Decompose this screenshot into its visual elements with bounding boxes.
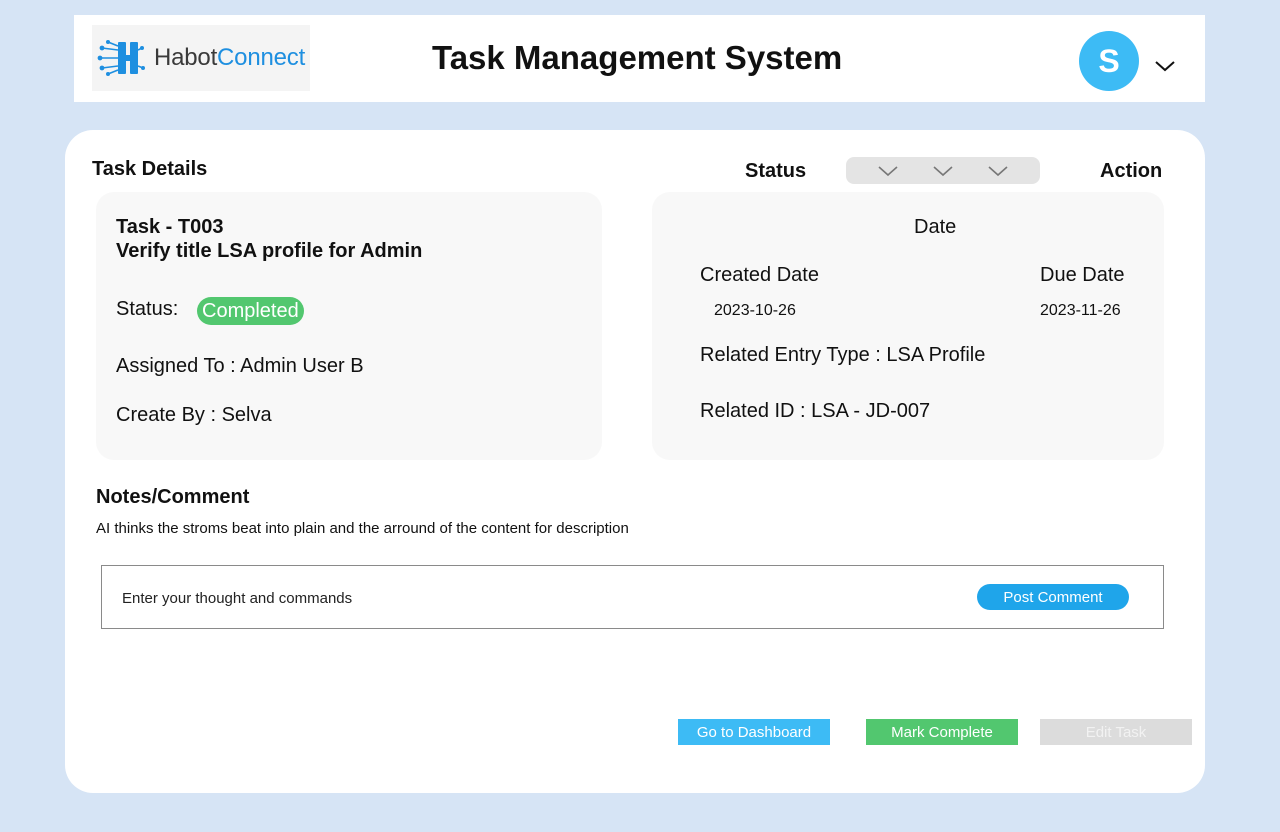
habot-logo-icon [97,40,145,76]
task-title: Task - T003 Verify title LSA profile for… [116,215,422,263]
logo-wordmark-connect: Connect [217,44,306,71]
created-date-label: Created Date [700,264,819,286]
status-filter[interactable] [846,157,1040,184]
task-detail-card: Task Details Status Action Task - T003 V… [65,130,1205,793]
user-avatar[interactable]: S [1079,31,1139,91]
app-header: HabotConnect Task Management System S [74,15,1205,102]
chevron-down-icon[interactable] [987,165,1009,177]
status-heading: Status [745,160,807,182]
related-entry-type: Related Entry Type : LSA Profile [700,344,986,366]
due-date-label: Due Date [1040,264,1125,286]
comment-box: Post Comment [101,565,1164,629]
task-name: Verify title LSA profile for Admin [116,240,423,262]
date-panel: Date Created Date Due Date 2023-10-26 20… [652,192,1164,460]
go-to-dashboard-button[interactable]: Go to Dashboard [678,719,830,745]
due-date-value: 2023-11-26 [1040,302,1121,319]
status-badge: Completed [197,297,304,325]
task-details-heading: Task Details [92,158,208,180]
logo-wordmark-habot: Habot [154,44,218,71]
post-comment-button[interactable]: Post Comment [977,584,1129,610]
date-heading: Date [914,216,957,238]
app-title: Task Management System [432,39,843,76]
task-info-panel: Task - T003 Verify title LSA profile for… [96,192,602,460]
status-label: Status: [116,298,179,320]
task-id: Task - T003 [116,216,224,238]
assigned-to: Assigned To : Admin User B [116,355,364,377]
related-id: Related ID : LSA - JD-007 [700,400,931,422]
created-by: Create By : Selva [116,404,272,426]
chevron-down-icon[interactable] [1154,59,1176,78]
chevron-down-icon[interactable] [877,165,899,177]
mark-complete-button[interactable]: Mark Complete [866,719,1018,745]
logo-wordmark: HabotConnect [154,44,305,72]
created-date-value: 2023-10-26 [714,302,796,319]
habot-logo[interactable]: HabotConnect [92,25,310,91]
notes-text: AI thinks the stroms beat into plain and… [96,520,629,537]
chevron-down-icon[interactable] [932,165,954,177]
comment-input[interactable] [122,586,942,610]
action-heading: Action [1100,160,1163,182]
edit-task-button[interactable]: Edit Task [1040,719,1192,745]
notes-heading: Notes/Comment [96,486,250,508]
